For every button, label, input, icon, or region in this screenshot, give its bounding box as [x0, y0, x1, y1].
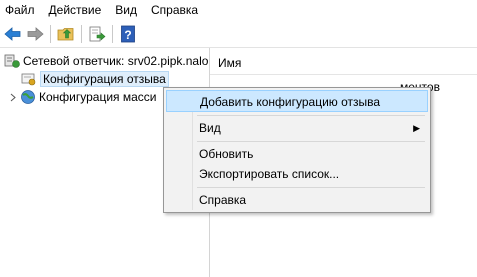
- forward-arrow-icon[interactable]: [24, 23, 46, 45]
- expand-arrow-icon[interactable]: [8, 93, 17, 102]
- toolbar-separator: [112, 24, 113, 43]
- menu-view[interactable]: Вид: [108, 0, 144, 20]
- tree-item-root-label: Сетевой ответчик: srv02.pipk.nalo: [23, 54, 209, 68]
- menu-item-label: Обновить: [199, 147, 254, 161]
- tree-item-revocation-config-label: Конфигурация отзыва: [40, 71, 169, 87]
- menu-separator: [197, 187, 425, 188]
- menu-item-label: Вид: [199, 121, 221, 135]
- menu-file[interactable]: Файл: [0, 0, 42, 20]
- menu-item-export-list[interactable]: Экспортировать список...: [166, 163, 428, 185]
- toolbar: ?: [0, 20, 477, 48]
- help-icon[interactable]: ?: [117, 23, 139, 45]
- toolbar-separator: [50, 24, 51, 43]
- tree-item-array-config[interactable]: Конфигурация масси: [8, 88, 157, 106]
- menu-separator: [197, 115, 425, 116]
- svg-text:?: ?: [124, 28, 131, 42]
- menu-item-label: Экспортировать список...: [199, 167, 340, 181]
- export-list-icon[interactable]: [86, 23, 108, 45]
- menu-item-label: Справка: [199, 193, 247, 207]
- globe-icon: [20, 89, 36, 105]
- menu-action[interactable]: Действие: [42, 0, 109, 20]
- menu-item-help[interactable]: Справка: [166, 189, 428, 211]
- tree-item-array-config-label: Конфигурация масси: [39, 90, 157, 104]
- back-arrow-icon[interactable]: [2, 23, 24, 45]
- up-folder-icon[interactable]: [55, 23, 77, 45]
- tree-item-root[interactable]: Сетевой ответчик: srv02.pipk.nalo: [4, 52, 208, 70]
- menu-item-refresh[interactable]: Обновить: [166, 143, 428, 165]
- server-icon: [4, 53, 20, 69]
- menu-help[interactable]: Справка: [144, 0, 205, 20]
- column-header-name[interactable]: Имя: [210, 52, 477, 75]
- menu-separator: [197, 141, 425, 142]
- menu-item-view[interactable]: Вид ▶: [166, 117, 428, 139]
- menu-item-label: Добавить конфигурацию отзыва: [200, 95, 381, 109]
- menu-item-add-revocation-config[interactable]: Добавить конфигурацию отзыва: [166, 90, 428, 112]
- certificate-config-icon: [21, 71, 37, 87]
- menu-bar: Файл Действие Вид Справка: [0, 0, 477, 20]
- tree-item-revocation-config[interactable]: Конфигурация отзыва: [21, 70, 169, 88]
- context-menu: Добавить конфигурацию отзыва Вид ▶ Обнов…: [163, 87, 431, 213]
- submenu-arrow-icon: ▶: [413, 123, 420, 133]
- toolbar-separator: [81, 24, 82, 43]
- column-header-name-label: Имя: [218, 56, 242, 70]
